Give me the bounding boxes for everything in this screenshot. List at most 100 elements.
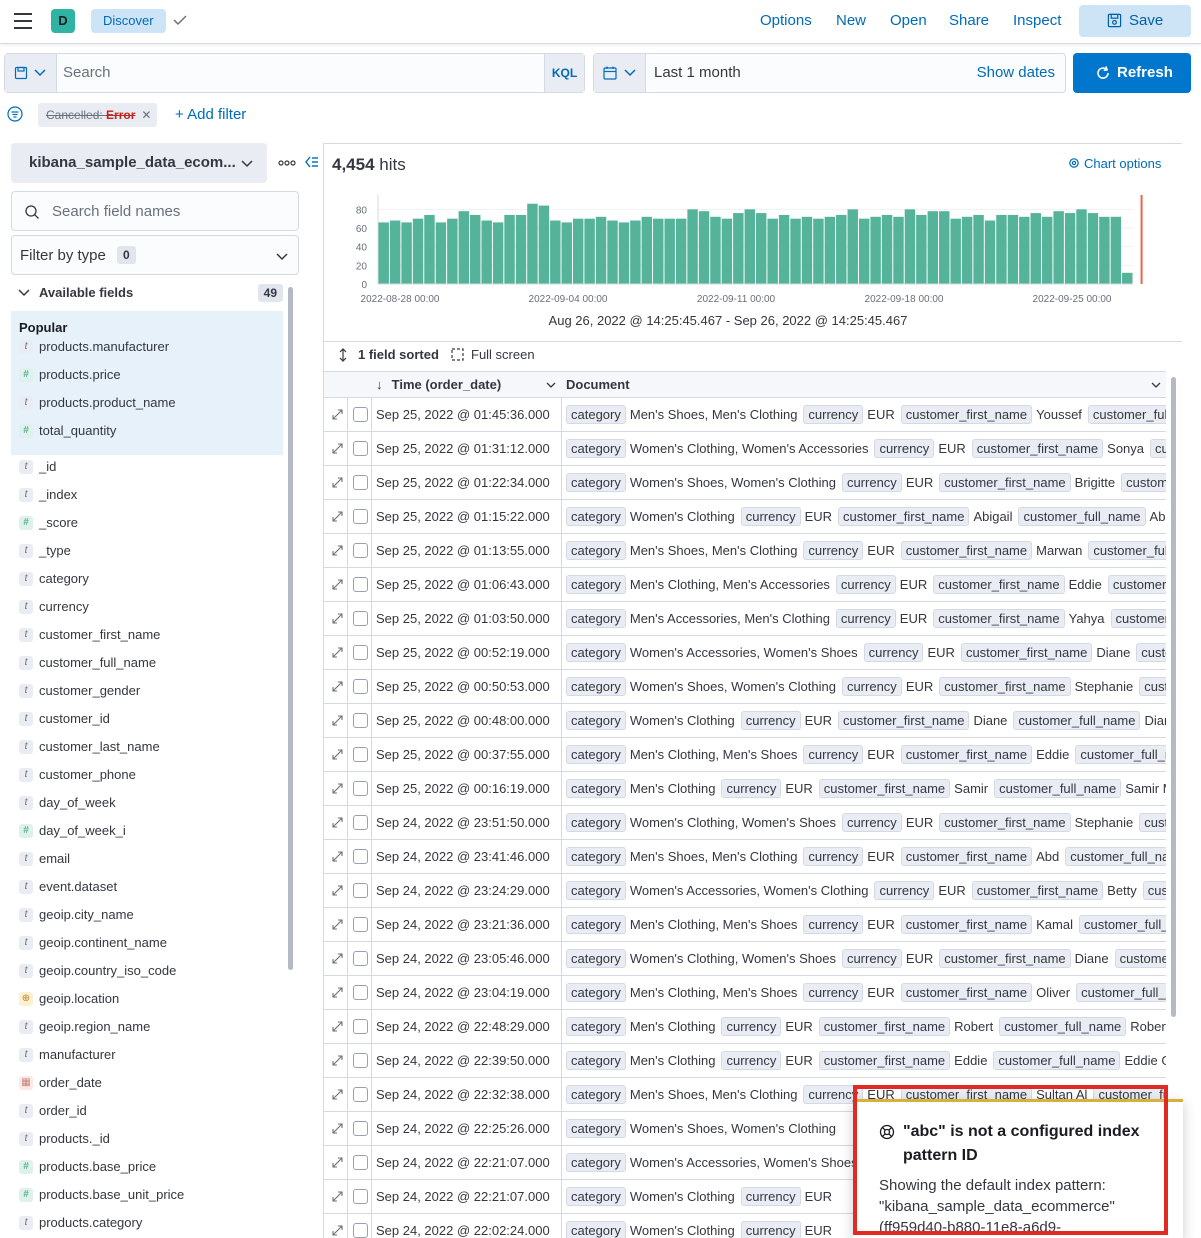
- expand-icon[interactable]: [331, 544, 344, 557]
- row-checkbox[interactable]: [353, 407, 368, 422]
- kql-toggle[interactable]: KQL: [544, 54, 584, 92]
- expand-icon[interactable]: [331, 884, 344, 897]
- space-avatar[interactable]: D: [51, 9, 75, 33]
- chevron-down-icon[interactable]: [1150, 379, 1162, 391]
- row-checkbox[interactable]: [353, 781, 368, 796]
- field-item[interactable]: t products.manufacturer: [19, 337, 281, 357]
- date-quick-menu[interactable]: [594, 54, 646, 92]
- filter-options-icon[interactable]: [7, 106, 23, 122]
- expand-icon[interactable]: [331, 1190, 344, 1203]
- share-link[interactable]: Share: [949, 12, 989, 29]
- field-item[interactable]: t geoip.region_name: [19, 1017, 281, 1037]
- expand-icon[interactable]: [331, 1122, 344, 1135]
- expand-icon[interactable]: [331, 408, 344, 421]
- field-item[interactable]: t products.category: [19, 1213, 281, 1233]
- field-item[interactable]: # products.price: [19, 365, 281, 385]
- field-item[interactable]: # products.base_price: [19, 1157, 281, 1177]
- field-item[interactable]: # day_of_week_i: [19, 821, 281, 841]
- expand-icon[interactable]: [331, 510, 344, 523]
- row-checkbox[interactable]: [353, 985, 368, 1000]
- expand-icon[interactable]: [331, 1054, 344, 1067]
- field-item[interactable]: # _score: [19, 513, 281, 533]
- sidebar-scrollbar[interactable]: [288, 287, 293, 970]
- expand-icon[interactable]: [331, 918, 344, 931]
- table-row[interactable]: Sep 24, 2022 @ 22:48:29.000 category Men's…: [324, 1010, 1166, 1044]
- row-checkbox[interactable]: [353, 645, 368, 660]
- row-checkbox[interactable]: [353, 577, 368, 592]
- table-row[interactable]: Sep 25, 2022 @ 00:37:55.000 category Men's…: [324, 738, 1166, 772]
- expand-icon[interactable]: [331, 476, 344, 489]
- saved-query-menu[interactable]: [5, 54, 57, 92]
- row-checkbox[interactable]: [353, 475, 368, 490]
- field-item[interactable]: t manufacturer: [19, 1045, 281, 1065]
- field-item[interactable]: t email: [19, 849, 281, 869]
- full-screen-button[interactable]: Full screen: [471, 347, 535, 362]
- table-row[interactable]: Sep 24, 2022 @ 23:41:46.000 category Men's…: [324, 840, 1166, 874]
- expand-icon[interactable]: [331, 1156, 344, 1169]
- row-checkbox[interactable]: [353, 815, 368, 830]
- table-scrollbar[interactable]: [1171, 377, 1176, 1017]
- collapse-sidebar-icon[interactable]: [303, 154, 319, 170]
- table-row[interactable]: Sep 25, 2022 @ 00:48:00.000 category Women…: [324, 704, 1166, 738]
- field-item[interactable]: t order_id: [19, 1101, 281, 1121]
- expand-icon[interactable]: [331, 646, 344, 659]
- expand-icon[interactable]: [331, 1224, 344, 1237]
- field-item[interactable]: ⊕ geoip.location: [19, 989, 281, 1009]
- row-checkbox[interactable]: [353, 543, 368, 558]
- table-row[interactable]: Sep 24, 2022 @ 22:39:50.000 category Men's…: [324, 1044, 1166, 1078]
- table-row[interactable]: Sep 24, 2022 @ 23:04:19.000 category Men's…: [324, 976, 1166, 1010]
- expand-icon[interactable]: [331, 1088, 344, 1101]
- row-checkbox[interactable]: [353, 1189, 368, 1204]
- field-item[interactable]: t customer_gender: [19, 681, 281, 701]
- refresh-button[interactable]: Refresh: [1073, 53, 1191, 93]
- expand-icon[interactable]: [331, 578, 344, 591]
- field-item[interactable]: t category: [19, 569, 281, 589]
- expand-icon[interactable]: [331, 748, 344, 761]
- row-checkbox[interactable]: [353, 951, 368, 966]
- chevron-down-icon[interactable]: [545, 379, 557, 391]
- field-item[interactable]: t geoip.city_name: [19, 905, 281, 925]
- row-checkbox[interactable]: [353, 679, 368, 694]
- fields-sorted-button[interactable]: 1 field sorted: [358, 347, 439, 362]
- filter-pill-cancelled[interactable]: Cancelled: Error ✕: [38, 103, 158, 127]
- table-row[interactable]: Sep 24, 2022 @ 23:21:36.000 category Men's…: [324, 908, 1166, 942]
- search-input[interactable]: Search: [63, 64, 111, 81]
- row-checkbox[interactable]: [353, 917, 368, 932]
- row-checkbox[interactable]: [353, 747, 368, 762]
- chart-options-button[interactable]: Chart options: [1068, 156, 1161, 171]
- table-row[interactable]: Sep 25, 2022 @ 01:22:34.000 category Women…: [324, 466, 1166, 500]
- histogram-chart[interactable]: 0 20 40 60 80 2022-08-28 00:00 2022-09-04 00:0…: [333, 195, 1173, 330]
- expand-icon[interactable]: [331, 952, 344, 965]
- field-item[interactable]: t currency: [19, 597, 281, 617]
- row-checkbox[interactable]: [353, 611, 368, 626]
- table-row[interactable]: Sep 25, 2022 @ 01:03:50.000 category Men's…: [324, 602, 1166, 636]
- remove-filter-icon[interactable]: ✕: [141, 103, 151, 127]
- row-checkbox[interactable]: [353, 849, 368, 864]
- field-item[interactable]: t customer_full_name: [19, 653, 281, 673]
- expand-icon[interactable]: [331, 850, 344, 863]
- field-item[interactable]: t customer_first_name: [19, 625, 281, 645]
- show-dates-link[interactable]: Show dates: [977, 64, 1055, 81]
- row-checkbox[interactable]: [353, 509, 368, 524]
- table-row[interactable]: Sep 25, 2022 @ 00:52:19.000 category Women…: [324, 636, 1166, 670]
- row-checkbox[interactable]: [353, 1121, 368, 1136]
- field-item[interactable]: # products.base_unit_price: [19, 1185, 281, 1205]
- table-row[interactable]: Sep 25, 2022 @ 00:50:53.000 category Women…: [324, 670, 1166, 704]
- field-item[interactable]: t products._id: [19, 1129, 281, 1149]
- expand-icon[interactable]: [331, 1020, 344, 1033]
- row-checkbox[interactable]: [353, 441, 368, 456]
- row-checkbox[interactable]: [353, 1155, 368, 1170]
- expand-icon[interactable]: [331, 612, 344, 625]
- row-checkbox[interactable]: [353, 1053, 368, 1068]
- save-button[interactable]: Save: [1079, 5, 1191, 37]
- menu-icon[interactable]: [14, 13, 32, 29]
- expand-icon[interactable]: [331, 782, 344, 795]
- breadcrumb-discover[interactable]: Discover: [91, 9, 166, 33]
- expand-icon[interactable]: [331, 680, 344, 693]
- field-item[interactable]: t _id: [19, 457, 281, 477]
- field-item[interactable]: # total_quantity: [19, 421, 281, 441]
- more-options-icon[interactable]: [278, 156, 296, 170]
- sort-icon[interactable]: [337, 348, 349, 362]
- field-item[interactable]: t _type: [19, 541, 281, 561]
- date-range-text[interactable]: Last 1 month: [654, 64, 741, 81]
